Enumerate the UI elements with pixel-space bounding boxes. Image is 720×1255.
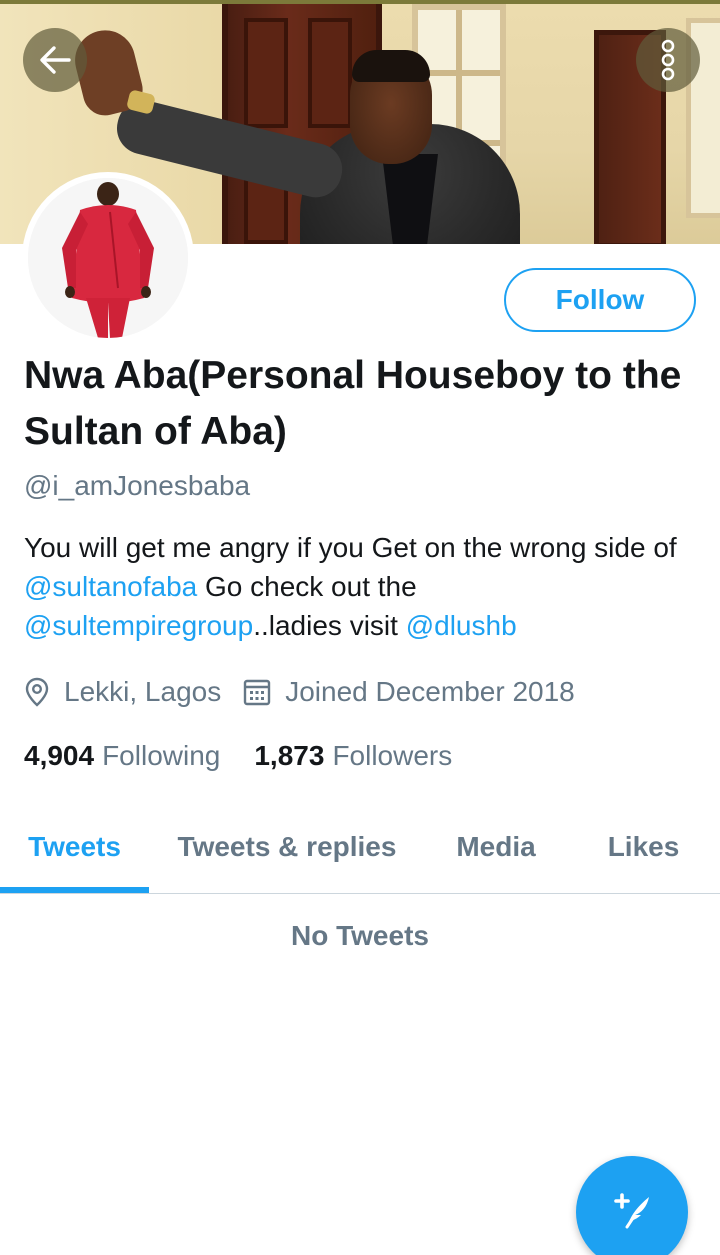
- profile-meta: Lekki, Lagos Joined December 2018: [24, 672, 575, 712]
- profile-page: Follow Nwa Aba(Personal Houseboy to the …: [0, 0, 720, 1255]
- profile-handle: @i_amJonesbaba: [24, 470, 251, 501]
- compose-tweet-icon: [607, 1185, 657, 1240]
- calendar-icon: [243, 678, 271, 706]
- back-button[interactable]: [23, 28, 87, 92]
- arrow-left-icon: [38, 45, 72, 75]
- location-pin-icon: [24, 677, 50, 707]
- tab-media[interactable]: Media: [425, 800, 567, 893]
- more-vertical-icon: [660, 39, 676, 81]
- profile-joined-date: Joined December 2018: [285, 676, 575, 707]
- followers-stat[interactable]: 1,873 Followers: [254, 740, 452, 772]
- empty-timeline-message: No Tweets: [291, 920, 429, 951]
- compose-tweet-button[interactable]: [576, 1156, 688, 1255]
- profile-stats: 4,904 Following 1,873 Followers: [24, 736, 452, 776]
- bio-text: Go check out the: [197, 571, 417, 602]
- active-tab-indicator: [0, 887, 149, 893]
- follow-button[interactable]: Follow: [504, 268, 696, 332]
- profile-display-name: Nwa Aba(Personal Houseboy to the Sultan …: [24, 354, 682, 453]
- tab-likes[interactable]: Likes: [567, 800, 720, 893]
- profile-tabs: Tweets Tweets & replies Media Likes: [0, 800, 720, 894]
- following-stat[interactable]: 4,904 Following: [24, 740, 220, 772]
- avatar-photo: [28, 178, 188, 338]
- profile-avatar[interactable]: [22, 172, 194, 344]
- following-count: 4,904: [24, 740, 95, 771]
- more-options-button[interactable]: [636, 28, 700, 92]
- bio-text: ..ladies visit: [253, 610, 406, 641]
- tab-tweets[interactable]: Tweets: [0, 800, 149, 893]
- profile-location: Lekki, Lagos: [64, 676, 222, 707]
- tab-tweets-and-replies[interactable]: Tweets & replies: [149, 800, 425, 893]
- followers-count: 1,873: [254, 740, 325, 771]
- bio-mention-link[interactable]: @dlushb: [406, 610, 517, 641]
- followers-label: Followers: [332, 740, 453, 771]
- bio-text: You will get me angry if you Get on the …: [24, 532, 677, 563]
- bio-mention-link[interactable]: @sultempiregroup: [24, 610, 253, 641]
- following-label: Following: [102, 740, 221, 771]
- bio-mention-link[interactable]: @sultanofaba: [24, 571, 197, 602]
- profile-bio: You will get me angry if you Get on the …: [24, 528, 704, 645]
